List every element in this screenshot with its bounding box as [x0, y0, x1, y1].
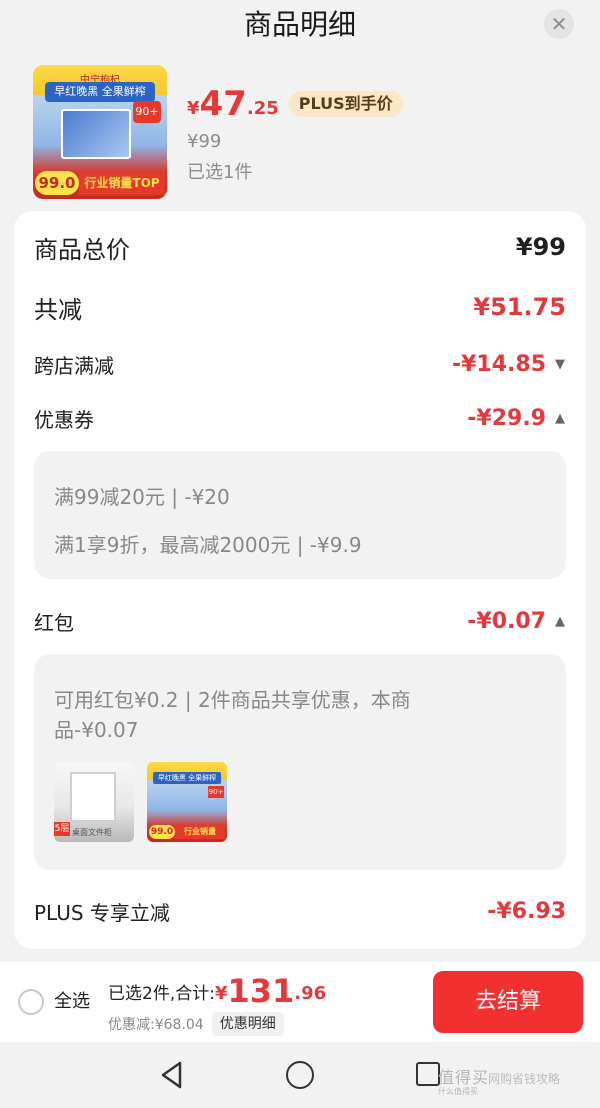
total-reduction-row: 共减 ¥51.75 [34, 287, 566, 327]
plus-price-tag: PLUS到手价 [288, 91, 403, 117]
sum-symbol: ¥ [214, 983, 228, 1004]
close-icon[interactable]: ✕ [544, 9, 574, 39]
total-sum: 已选2件,合计: ¥ 131 .96 [108, 974, 326, 1008]
goji-price-badge: 99.0 [149, 825, 175, 839]
red-packet-amount: -¥0.07 ▲ [467, 609, 566, 634]
product-slogan: 早红晚黑 全果鲜榨 [45, 82, 155, 102]
plus-discount-value: -¥6.93 [487, 898, 566, 924]
coupon-detail-2: 满1享9折，最高减2000元 | -¥9.9 [54, 533, 362, 557]
watermark-sub: 什么值得买 [438, 1087, 478, 1096]
cross-store-label: 跨店满减 [34, 353, 114, 378]
chevron-up-icon[interactable]: ▲ [554, 614, 566, 629]
total-reduction-value: ¥51.75 [473, 293, 566, 321]
discount-line: 优惠减:¥68.04 优惠明细 [108, 1012, 284, 1036]
discount-amount: 优惠减:¥68.04 [108, 1017, 204, 1033]
checkout-bar: 全选 已选2件,合计: ¥ 131 .96 优惠减:¥68.04 优惠明细 去结… [0, 962, 600, 1042]
product-top-badge: 行业销量TOP [79, 171, 165, 195]
coupon-label: 优惠券 [34, 407, 94, 432]
product-info: ¥ 47 .25 PLUS到手价 ¥99 已选1件 [187, 83, 403, 184]
total-price-row: 商品总价 ¥99 [34, 227, 566, 267]
price-integer: 47 [199, 84, 247, 124]
total-reduction-label: 共减 [34, 295, 82, 324]
chevron-up-icon[interactable]: ▲ [554, 411, 566, 426]
checkout-button[interactable]: 去结算 [433, 971, 583, 1033]
header: 商品明细 ✕ [0, 0, 600, 50]
system-nav-bar: 值得买 什么值得买 网购省钱攻略 [0, 1042, 600, 1108]
recent-apps-icon[interactable] [416, 1062, 440, 1086]
red-packet-product-thumb-cabinet: 5层 桌面文件柜 [54, 762, 134, 842]
coupon-amount: -¥29.9 ▲ [467, 406, 566, 431]
back-icon[interactable] [158, 1060, 186, 1090]
cross-store-value: -¥14.85 [451, 351, 546, 377]
watermark-slogan: 网购省钱攻略 [488, 1072, 561, 1086]
coupon-value: -¥29.9 [467, 405, 546, 431]
goji-slogan: 早红晚黑 全果鲜榨 [153, 772, 221, 784]
select-all-radio[interactable] [18, 989, 44, 1015]
plus-discount-row: PLUS 专享立减 -¥6.93 [34, 891, 566, 931]
sum-decimal: .96 [294, 983, 327, 1004]
select-all-label[interactable]: 全选 [54, 989, 90, 1015]
coupon-row[interactable]: 优惠券 -¥29.9 ▲ [34, 398, 566, 438]
page-title: 商品明细 [243, 8, 356, 41]
original-price: ¥99 [187, 131, 222, 152]
price-symbol: ¥ [187, 98, 200, 119]
red-packet-detail-2: 品-¥0.07 [54, 718, 139, 742]
sum-integer: 131 [227, 972, 295, 1010]
cross-store-row[interactable]: 跨店满减 -¥14.85 ▼ [34, 344, 566, 384]
cabinet-caption: 桌面文件柜 [72, 828, 112, 837]
chevron-down-icon[interactable]: ▼ [554, 357, 566, 372]
product-price: ¥ 47 .25 PLUS到手价 [187, 83, 403, 123]
total-price-value: ¥99 [515, 233, 566, 261]
selected-count: 已选1件 [187, 162, 253, 183]
home-icon[interactable] [286, 1061, 314, 1089]
total-price-label: 商品总价 [34, 235, 130, 264]
product-image: 中宁枸杞 早红晚黑 全果鲜榨 90+ 99.0 行业销量TOP [33, 65, 167, 199]
cabinet-graphic [70, 772, 116, 822]
coupon-detail-1: 满99减20元 | -¥20 [54, 485, 230, 509]
goji-top-badge: 行业销量TOP [175, 825, 225, 842]
red-packet-row[interactable]: 红包 -¥0.07 ▲ [34, 601, 566, 641]
price-breakdown-card: 商品总价 ¥99 共减 ¥51.75 跨店满减 -¥14.85 ▼ 优惠券 -¥… [14, 211, 586, 949]
discount-detail-button[interactable]: 优惠明细 [211, 1012, 284, 1036]
coupon-detail-box: 满99减20元 | -¥20 满1享9折，最高减2000元 | -¥9.9 [34, 451, 566, 579]
plus-discount-label: PLUS 专享立减 [34, 900, 170, 925]
watermark-logo: 值得买 什么值得买 [438, 1064, 489, 1097]
red-packet-product-thumb-goji: 早红晚黑 全果鲜榨 90+ 99.0 行业销量TOP [147, 762, 227, 842]
cabinet-tag: 5层 [54, 822, 70, 836]
price-decimal: .25 [246, 98, 279, 119]
red-packet-value: -¥0.07 [467, 608, 546, 634]
product-summary: 中宁枸杞 早红晚黑 全果鲜榨 90+ 99.0 行业销量TOP ¥ 47 .25… [33, 65, 573, 201]
red-packet-detail-box: 可用红包¥0.2 | 2件商品共享优惠，本商 品-¥0.07 5层 桌面文件柜 … [34, 654, 566, 870]
watermark-text: 值得买 [438, 1068, 490, 1087]
product-badge: 90+ [133, 101, 161, 123]
red-packet-detail-1: 可用红包¥0.2 | 2件商品共享优惠，本商 [54, 688, 411, 712]
goji-badge: 90+ [208, 786, 224, 798]
product-price-badge: 99.0 [35, 171, 79, 195]
sum-label: 已选2件,合计: [108, 984, 215, 1004]
product-box-graphic [61, 109, 131, 159]
red-packet-label: 红包 [34, 610, 74, 635]
cross-store-amount: -¥14.85 ▼ [452, 352, 566, 377]
